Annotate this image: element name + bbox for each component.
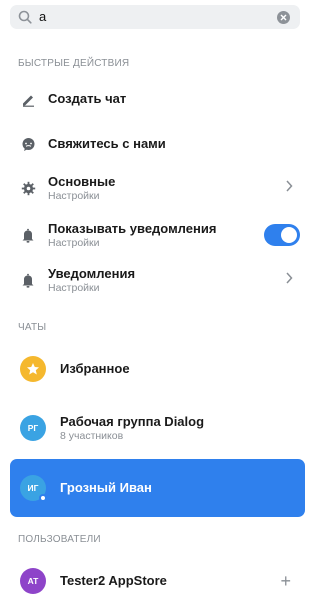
bell-icon (20, 272, 36, 288)
notifications-sub: Настройки (48, 282, 100, 294)
star-icon (27, 363, 39, 375)
online-status-dot (39, 494, 47, 502)
clear-search-icon[interactable] (277, 10, 290, 24)
chat-item-work-group[interactable]: РГ Рабочая группа Dialog 8 участников (10, 410, 305, 446)
section-title-chats: ЧАТЫ (18, 322, 47, 333)
avatar: AT (20, 568, 46, 594)
create-chat-item[interactable]: Создать чат (10, 88, 305, 110)
chevron-right-icon (285, 271, 293, 289)
chat-item-favorites[interactable]: Избранное (10, 354, 305, 384)
avatar: РГ (20, 415, 46, 441)
search-input[interactable]: а (39, 5, 277, 29)
chevron-right-icon (285, 179, 293, 197)
avatar: ИГ (20, 475, 47, 502)
chat-members-count: 8 участников (60, 430, 124, 442)
show-notifications-sub: Настройки (48, 237, 100, 249)
toggle-knob (281, 227, 297, 243)
chat-title: Избранное (60, 361, 130, 376)
pencil-icon (20, 91, 36, 107)
user-name: Tester2 AppStore (60, 573, 167, 588)
avatar-initials: ИГ (27, 483, 39, 493)
notifications-toggle[interactable] (264, 224, 300, 246)
create-chat-label: Создать чат (48, 91, 127, 106)
search-icon (17, 9, 33, 25)
chat-title: Рабочая группа Dialog (60, 414, 205, 429)
show-notifications-item[interactable]: Показывать уведомления Настройки (10, 220, 305, 250)
avatar (20, 356, 46, 382)
general-label: Основные (48, 174, 116, 189)
search-bar[interactable]: а (10, 5, 300, 29)
contact-us-item[interactable]: Свяжитесь с нами (10, 133, 305, 155)
show-notifications-label: Показывать уведомления (48, 221, 217, 236)
gear-icon (20, 180, 36, 196)
notifications-item[interactable]: Уведомления Настройки (10, 265, 305, 295)
notifications-label: Уведомления (48, 266, 136, 281)
general-sub: Настройки (48, 190, 100, 202)
section-title-quick-actions: БЫСТРЫЕ ДЕЙСТВИЯ (18, 58, 130, 69)
user-item-tester2[interactable]: AT Tester2 AppStore + (10, 566, 305, 596)
section-title-users: ПОЛЬЗОВАТЕЛИ (18, 534, 101, 545)
bell-icon (20, 227, 36, 243)
chat-title: Грозный Иван (60, 480, 152, 495)
add-user-icon[interactable]: + (280, 572, 291, 590)
chat-item-grozny-ivan[interactable]: ИГ Грозный Иван (10, 459, 305, 517)
general-settings-item[interactable]: Основные Настройки (10, 173, 305, 203)
chat-bubble-icon (20, 136, 36, 152)
contact-us-label: Свяжитесь с нами (48, 136, 166, 151)
